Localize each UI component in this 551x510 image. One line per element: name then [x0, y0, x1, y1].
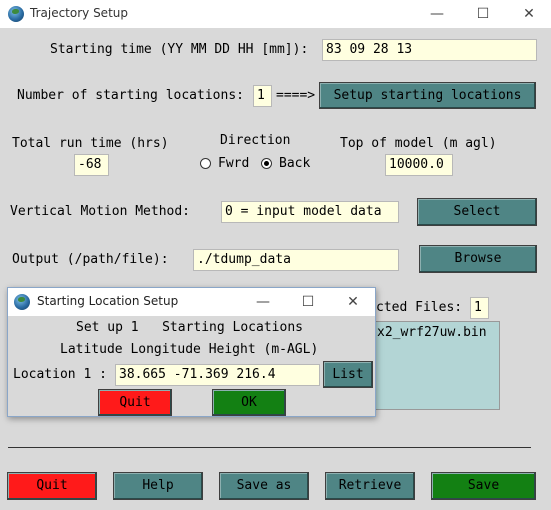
save-as-button[interactable]: Save as: [219, 472, 309, 500]
dialog-header-line1: Set up 1 Starting Locations: [76, 320, 303, 335]
selected-files-count[interactable]: 1: [470, 297, 489, 319]
minimize-icon[interactable]: —: [414, 0, 460, 28]
radio-forward-label: Fwrd: [218, 156, 250, 171]
minimize-icon[interactable]: —: [240, 288, 286, 316]
dialog-title: Starting Location Setup: [37, 294, 179, 308]
window-title: Trajectory Setup: [30, 6, 128, 20]
top-model-input[interactable]: 10000.0: [385, 154, 453, 176]
start-time-label: Starting time (YY MM DD HH [mm]):: [50, 42, 309, 57]
browse-button[interactable]: Browse: [419, 245, 537, 273]
help-button[interactable]: Help: [113, 472, 203, 500]
maximize-icon[interactable]: ☐: [285, 288, 331, 316]
selected-files-label: cted Files:: [376, 300, 463, 315]
window-titlebar: Trajectory Setup — ☐ ✕: [0, 0, 551, 28]
radio-back-label: Back: [279, 156, 311, 171]
location-label: Location 1 :: [13, 367, 107, 382]
dialog-header-line2: Latitude Longitude Height (m-AGL): [60, 342, 319, 357]
globe-icon: [8, 6, 24, 22]
vertical-motion-label: Vertical Motion Method:: [10, 204, 191, 219]
save-button[interactable]: Save: [431, 472, 536, 500]
arrow-label: ====>: [276, 88, 316, 103]
direction-label: Direction: [220, 133, 291, 148]
num-locations-input[interactable]: 1: [253, 85, 272, 107]
quit-button[interactable]: Quit: [7, 472, 97, 500]
globe-icon: [14, 294, 30, 310]
maximize-icon[interactable]: ☐: [460, 0, 506, 28]
selected-files-list[interactable]: x2_wrf27uw.bin: [370, 321, 500, 410]
list-item[interactable]: x2_wrf27uw.bin: [377, 325, 487, 340]
list-button[interactable]: List: [323, 361, 373, 388]
run-time-input[interactable]: -68: [74, 154, 109, 176]
vertical-motion-input[interactable]: 0 = input model data: [221, 201, 399, 223]
dialog-quit-button[interactable]: Quit: [98, 389, 172, 416]
separator: [8, 447, 531, 448]
run-time-label: Total run time (hrs): [12, 136, 169, 151]
start-time-input[interactable]: 83 09 28 13: [322, 39, 537, 61]
output-label: Output (/path/file):: [12, 252, 169, 267]
select-button[interactable]: Select: [417, 198, 537, 226]
close-icon[interactable]: ✕: [506, 0, 551, 28]
setup-locations-button[interactable]: Setup starting locations: [319, 82, 536, 109]
ok-button[interactable]: OK: [212, 389, 286, 416]
radio-forward[interactable]: [200, 158, 211, 169]
location-setup-dialog: Starting Location Setup — ☐ ✕ Set up 1 S…: [7, 287, 376, 417]
output-input[interactable]: ./tdump_data: [193, 249, 399, 271]
top-model-label: Top of model (m agl): [340, 136, 497, 151]
close-icon[interactable]: ✕: [330, 288, 376, 316]
location-input[interactable]: 38.665 -71.369 216.4: [115, 364, 320, 386]
radio-back[interactable]: [261, 158, 272, 169]
retrieve-button[interactable]: Retrieve: [325, 472, 415, 500]
num-locations-label: Number of starting locations:: [17, 88, 244, 103]
dialog-titlebar: Starting Location Setup — ☐ ✕: [8, 288, 375, 316]
